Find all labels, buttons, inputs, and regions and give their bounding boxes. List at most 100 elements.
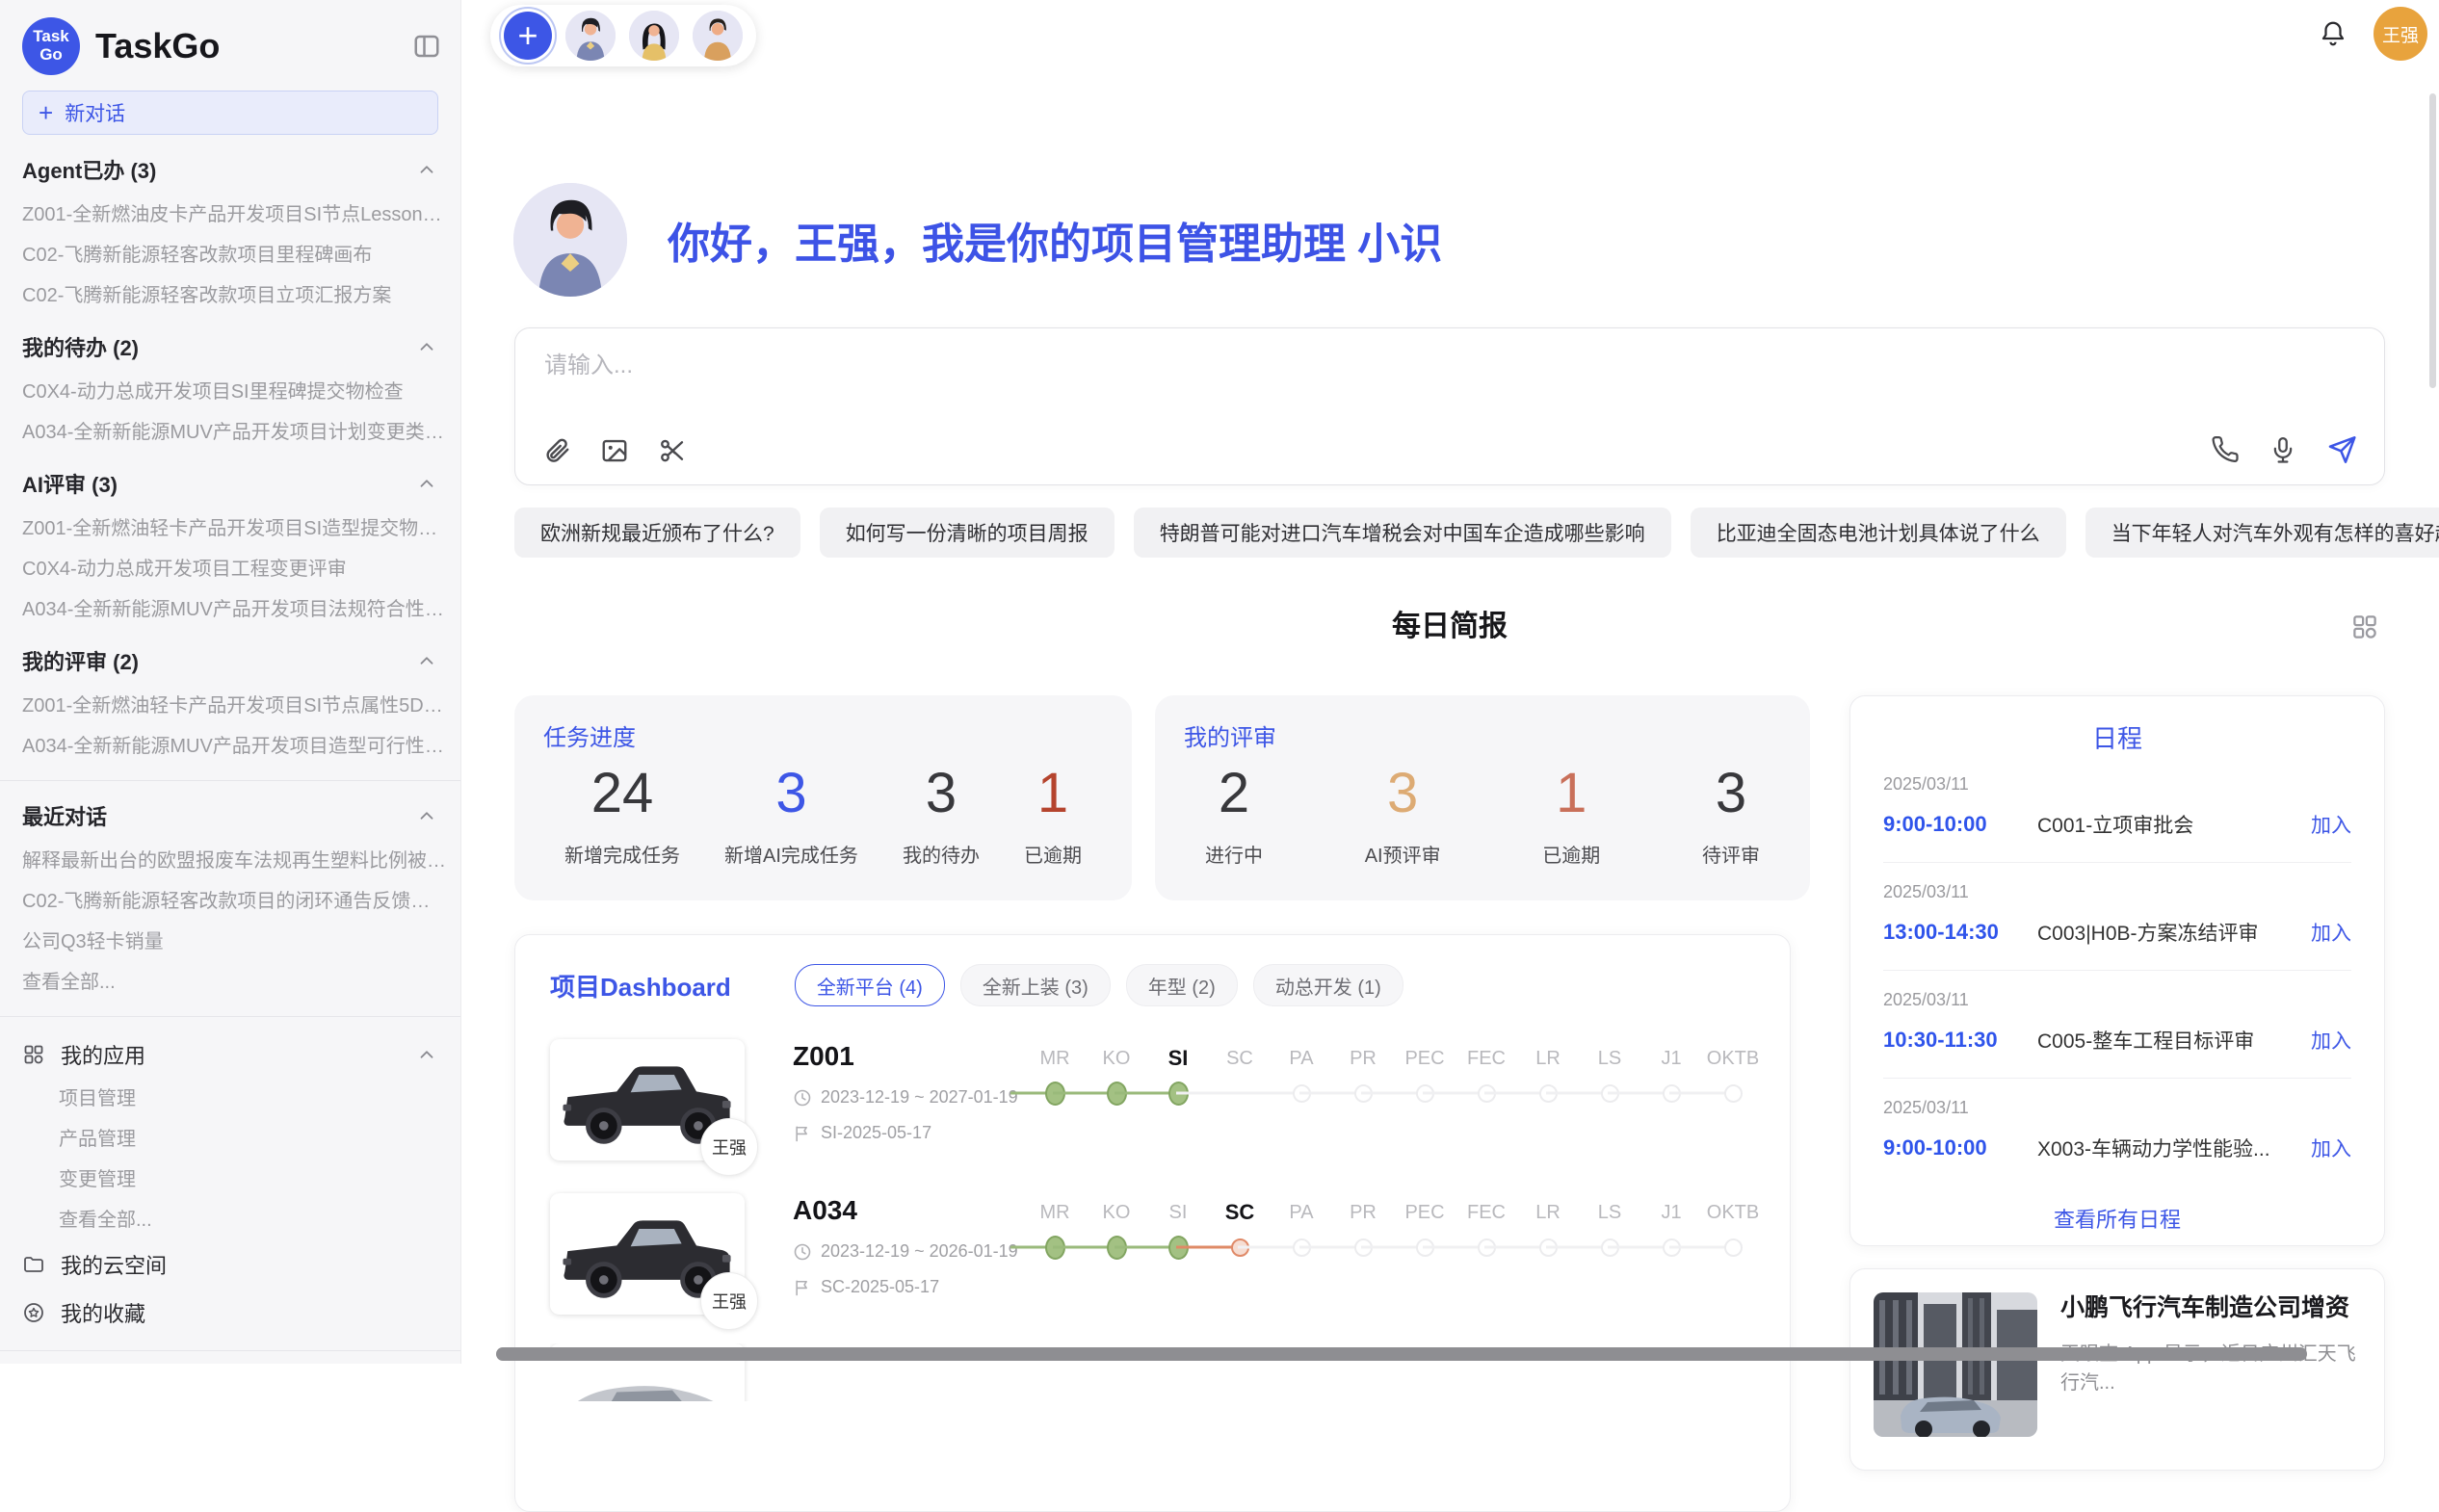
section-my-todo: 我的待办 (2) C0X4-动力总成开发项目SI里程碑提交物检查A034-全新新… (0, 326, 460, 453)
composer-left-tools (542, 436, 687, 465)
sidebar-item-cloud[interactable]: 我的云空间 (22, 1240, 437, 1289)
my-apps-row[interactable]: 我的应用 (22, 1030, 437, 1079)
project-dashboard-card: 项目Dashboard 全新平台 (4)全新上装 (3)年型 (2)动总开发 (… (514, 934, 1791, 1512)
section-title: Agent已办 (3) (22, 154, 156, 185)
news-body: 小鹏飞行汽车制造公司增资 天眼查 App 显示，近日广州汇天飞行汽... (2060, 1292, 2361, 1447)
notification-bell-icon[interactable] (2319, 19, 2347, 48)
cloud-label: 我的云空间 (61, 1249, 437, 1280)
milestone: OKTB (1702, 1041, 1764, 1110)
recent-conversation-item[interactable]: 公司Q3轻卡销量 (22, 922, 447, 962)
horizontal-scrollbar[interactable] (496, 1347, 2307, 1361)
section-header-my-todo[interactable]: 我的待办 (2) (22, 326, 437, 368)
app-item[interactable]: 产品管理 (59, 1119, 460, 1160)
chevron-up-icon[interactable] (416, 473, 437, 494)
sidebar-item[interactable]: Z001-全新燃油轻卡产品开发项目SI节点属性5D文件评审 (22, 686, 447, 726)
dashboard-tab[interactable]: 全新上装 (3) (960, 964, 1111, 1006)
milestone: SI (1147, 1041, 1209, 1110)
join-link[interactable]: 加入 (2311, 1026, 2351, 1055)
phone-icon[interactable] (2211, 435, 2240, 464)
chat-input[interactable] (542, 352, 2357, 380)
dashboard-tab[interactable]: 动总开发 (1) (1253, 964, 1403, 1006)
suggestion-chip[interactable]: 欧洲新规最近颁布了什么? (514, 508, 800, 558)
divider (0, 1016, 460, 1017)
sidebar-item[interactable]: C02-飞腾新能源轻客改款项目里程碑画布 (22, 235, 447, 275)
chevron-up-icon[interactable] (416, 336, 437, 357)
sidebar-item[interactable]: A034-全新新能源MUV产品开发项目造型可行性评审 (22, 726, 447, 767)
sidebar-item[interactable]: A034-全新新能源MUV产品开发项目计划变更类编写 (22, 412, 447, 453)
user-avatar[interactable]: 王强 (2373, 7, 2427, 61)
chevron-up-icon[interactable] (416, 805, 437, 826)
stat: 2 进行中 (1205, 762, 1263, 868)
chevron-up-icon[interactable] (416, 1044, 437, 1065)
milestone-label: J1 (1640, 1041, 1702, 1076)
dashboard-tab[interactable]: 全新平台 (4) (795, 964, 945, 1006)
layout-grid-icon[interactable] (2350, 613, 2379, 641)
vertical-scrollbar[interactable] (2429, 93, 2436, 388)
divider (0, 780, 460, 781)
join-link[interactable]: 加入 (2311, 918, 2351, 947)
join-link[interactable]: 加入 (2311, 810, 2351, 839)
suggestion-chip[interactable]: 比亚迪全固态电池计划具体说了什么 (1691, 508, 2066, 558)
recent-conversation-item[interactable]: 解释最新出台的欧盟报废车法规再生塑料比例被调至15%... (22, 841, 447, 881)
milestone: LR (1517, 1195, 1579, 1264)
section-header-agent-done[interactable]: Agent已办 (3) (22, 148, 437, 191)
sidebar-item[interactable]: C02-飞腾新能源轻客改款项目立项汇报方案 (22, 275, 447, 316)
send-icon[interactable] (2326, 434, 2357, 465)
milestone-label: PR (1332, 1041, 1394, 1076)
sidebar-item[interactable]: C0X4-动力总成开发项目工程变更评审 (22, 549, 447, 589)
collapse-sidebar-icon[interactable] (412, 32, 441, 61)
microphone-icon[interactable] (2269, 435, 2297, 464)
section-header-recent[interactable]: 最近对话 (22, 795, 437, 837)
chevron-up-icon[interactable] (416, 650, 437, 671)
milestone-label: PEC (1394, 1041, 1456, 1076)
greeting-block: 你好，王强，我是你的项目管理助理 小识 (513, 183, 1442, 297)
schedule-date: 2025/03/11 (1883, 774, 2351, 795)
recent-view-all[interactable]: 查看全部... (22, 962, 447, 1003)
apps-view-all[interactable]: 查看全部... (59, 1200, 460, 1240)
suggestion-chip[interactable]: 当下年轻人对汽车外观有怎样的喜好趋势 (2085, 508, 2439, 558)
dashboard-tab[interactable]: 年型 (2) (1126, 964, 1238, 1006)
scissors-icon[interactable] (658, 436, 687, 465)
add-assistant-button[interactable]: + (504, 12, 552, 60)
milestone-label: PR (1332, 1195, 1394, 1230)
app-item[interactable]: 变更管理 (59, 1160, 460, 1200)
section-items: Z001-全新燃油轻卡产品开发项目SI造型提交物评审C0X4-动力总成开发项目工… (0, 508, 460, 630)
join-link[interactable]: 加入 (2311, 1134, 2351, 1162)
milestone-label: KO (1086, 1195, 1147, 1230)
suggestion-chips: 欧洲新规最近颁布了什么? 如何写一份清晰的项目周报特朗普可能对进口汽车增税会对中国… (514, 508, 2385, 558)
milestone-dot-row (1702, 1076, 1764, 1110)
suggestion-chip[interactable]: 如何写一份清晰的项目周报 (820, 508, 1115, 558)
section-header-my-review[interactable]: 我的评审 (2) (22, 639, 437, 682)
assistant-avatar-1[interactable] (565, 11, 616, 61)
schedule-name: C005-整车工程目标评审 (2037, 1026, 2297, 1055)
news-card[interactable]: 小鹏飞行汽车制造公司增资 天眼查 App 显示，近日广州汇天飞行汽... (1849, 1268, 2385, 1471)
view-all-schedule-link[interactable]: 查看所有日程 (1883, 1203, 2351, 1234)
sidebar-item[interactable]: A034-全新新能源MUV产品开发项目法规符合性评审 (22, 589, 447, 630)
recent-conversation-item[interactable]: C02-飞腾新能源轻客改款项目的闭环通告反馈情况 (22, 881, 447, 922)
project-row-z001[interactable]: 王强 Z001 2023-12-19 ~ 2027-01-19 SI-2025-… (550, 1039, 1755, 1160)
schedule-list: 2025/03/11 9:00-10:00 C001-立项审批会 加入 2025… (1883, 755, 2351, 1186)
chevron-up-icon[interactable] (416, 159, 437, 180)
suggestion-chip[interactable]: 特朗普可能对进口汽车增税会对中国车企造成哪些影响 (1134, 508, 1671, 558)
stat-label: 我的待办 (903, 840, 980, 868)
sidebar-item[interactable]: Z001-全新燃油轻卡产品开发项目SI造型提交物评审 (22, 508, 447, 549)
schedule-name: X003-车辆动力学性能验... (2037, 1134, 2297, 1162)
clock-icon (793, 1242, 812, 1262)
divider (0, 1350, 460, 1351)
new-chat-button[interactable]: + 新对话 (22, 91, 438, 135)
milestone: PEC (1394, 1195, 1456, 1264)
project-owner-badge: 王强 (700, 1118, 758, 1176)
section-header-ai-review[interactable]: AI评审 (3) (22, 462, 437, 505)
milestone-label: LR (1517, 1041, 1579, 1076)
image-icon[interactable] (600, 436, 629, 465)
app-item[interactable]: 项目管理 (59, 1079, 460, 1119)
sidebar-item[interactable]: Z001-全新燃油皮卡产品开发项目SI节点Lesson Learn报告 (22, 195, 447, 235)
project-row-a034[interactable]: 王强 A034 2023-12-19 ~ 2026-01-19 SC-2025-… (550, 1193, 1755, 1315)
milestone-label: SI (1147, 1041, 1209, 1076)
sidebar-item-favorites[interactable]: 我的收藏 (22, 1289, 437, 1337)
milestone: PR (1332, 1041, 1394, 1110)
assistant-avatar-2[interactable] (629, 11, 679, 61)
assistant-avatar-3[interactable] (693, 11, 743, 61)
sidebar-item[interactable]: C0X4-动力总成开发项目SI里程碑提交物检查 (22, 372, 447, 412)
attachment-icon[interactable] (542, 436, 571, 465)
